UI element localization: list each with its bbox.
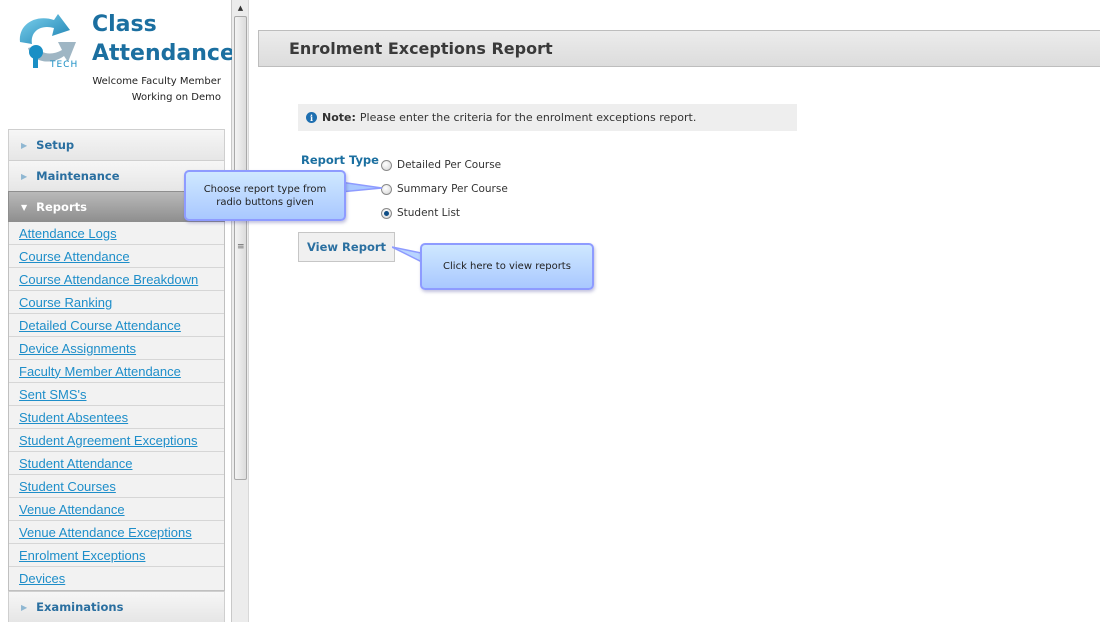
report-link-devices[interactable]: Devices <box>19 571 65 586</box>
report-link-student-attendance[interactable]: Student Attendance <box>19 456 132 471</box>
report-link-student-courses[interactable]: Student Courses <box>19 479 116 494</box>
report-link-venue-attendance-exceptions[interactable]: Venue Attendance Exceptions <box>19 525 192 540</box>
list-item: Venue Attendance <box>9 498 224 521</box>
list-item: Faculty Member Attendance <box>9 360 224 383</box>
scroll-up-arrow-icon[interactable]: ▲ <box>232 2 249 15</box>
list-item: Student Courses <box>9 475 224 498</box>
app-title-line2: Attendance <box>92 41 235 66</box>
report-link-device-assignments[interactable]: Device Assignments <box>19 341 136 356</box>
section-label: Reports <box>36 200 87 214</box>
sidebar-section-setup[interactable]: ▶ Setup <box>8 129 225 160</box>
radio-label: Summary Per Course <box>397 183 508 195</box>
welcome-text: Welcome Faculty Member <box>92 76 221 87</box>
chevron-right-icon: ▶ <box>21 171 28 181</box>
radio-button-selected[interactable] <box>381 207 392 219</box>
radio-summary-per-course[interactable]: Summary Per Course <box>381 183 508 195</box>
app-title-line1: Class <box>92 12 157 37</box>
info-icon: i <box>306 112 317 123</box>
chevron-right-icon: ▶ <box>21 140 28 150</box>
report-link-course-attendance[interactable]: Course Attendance <box>19 249 130 264</box>
report-link-enrolment-exceptions[interactable]: Enrolment Exceptions <box>19 548 145 563</box>
user-info: Welcome Faculty Member Working on Demo <box>92 74 221 106</box>
scrollbar-thumb[interactable]: ≡ <box>234 16 247 480</box>
list-item: Sent SMS's <box>9 383 224 406</box>
section-label: Setup <box>36 138 75 152</box>
grip-icon: ≡ <box>237 242 245 252</box>
note-box: i Note: Please enter the criteria for th… <box>298 104 797 131</box>
list-item: Student Attendance <box>9 452 224 475</box>
chevron-down-icon: ▼ <box>21 202 28 212</box>
logo-area: TECH Class Attendance Welcome Faculty Me… <box>0 0 235 128</box>
report-link-attendance-logs[interactable]: Attendance Logs <box>19 226 117 241</box>
list-item: Venue Attendance Exceptions <box>9 521 224 544</box>
section-label: Maintenance <box>36 169 120 183</box>
page-header: Enrolment Exceptions Report <box>258 30 1100 67</box>
radio-label: Student List <box>397 207 461 219</box>
app-title: Class Attendance <box>92 10 235 68</box>
report-link-sent-sms[interactable]: Sent SMS's <box>19 387 87 402</box>
list-item: Course Ranking <box>9 291 224 314</box>
page-title: Enrolment Exceptions Report <box>289 39 553 58</box>
report-link-student-absentees[interactable]: Student Absentees <box>19 410 128 425</box>
report-link-course-ranking[interactable]: Course Ranking <box>19 295 112 310</box>
radio-detailed-per-course[interactable]: Detailed Per Course <box>381 159 501 171</box>
list-item: Device Assignments <box>9 337 224 360</box>
working-on-text: Working on Demo <box>131 92 221 103</box>
radio-hint-callout: Choose report type from radio buttons gi… <box>184 170 346 221</box>
list-item: Attendance Logs <box>9 222 224 245</box>
button-hint-callout: Click here to view reports <box>420 243 594 290</box>
report-link-course-attendance-breakdown[interactable]: Course Attendance Breakdown <box>19 272 198 287</box>
list-item: Enrolment Exceptions <box>9 544 224 567</box>
radio-label: Detailed Per Course <box>397 159 502 171</box>
note-label: Note: <box>322 111 356 124</box>
note-text: Please enter the criteria for the enrolm… <box>359 111 697 124</box>
radio-button[interactable] <box>381 159 392 171</box>
report-type-label: Report Type <box>301 153 379 167</box>
list-item: Devices <box>9 567 224 590</box>
section-label: Examinations <box>36 600 124 614</box>
view-report-button[interactable]: View Report <box>298 232 395 262</box>
logo-text: TECH <box>49 60 78 70</box>
list-item: Detailed Course Attendance <box>9 314 224 337</box>
callout-pointer <box>340 181 383 193</box>
report-link-detailed-course-attendance[interactable]: Detailed Course Attendance <box>19 318 181 333</box>
list-item: Student Agreement Exceptions <box>9 429 224 452</box>
report-link-venue-attendance[interactable]: Venue Attendance <box>19 502 125 517</box>
report-link-student-agreement-exceptions[interactable]: Student Agreement Exceptions <box>19 433 198 448</box>
sidebar-scrollbar[interactable]: ▲ ≡ <box>232 0 249 622</box>
app-logo-icon: TECH <box>19 14 78 70</box>
sidebar-section-examinations[interactable]: ▶ Examinations <box>8 591 225 622</box>
list-item: Course Attendance Breakdown <box>9 268 224 291</box>
callout-text: Click here to view reports <box>443 261 571 272</box>
sidebar: TECH Class Attendance Welcome Faculty Me… <box>0 0 235 622</box>
chevron-right-icon: ▶ <box>21 602 28 612</box>
reports-submenu: Attendance Logs Course Attendance Course… <box>8 222 225 591</box>
list-item: Course Attendance <box>9 245 224 268</box>
radio-student-list[interactable]: Student List <box>381 207 460 219</box>
report-link-faculty-member-attendance[interactable]: Faculty Member Attendance <box>19 364 181 379</box>
callout-text: Choose report type from radio buttons gi… <box>203 183 327 208</box>
list-item: Student Absentees <box>9 406 224 429</box>
